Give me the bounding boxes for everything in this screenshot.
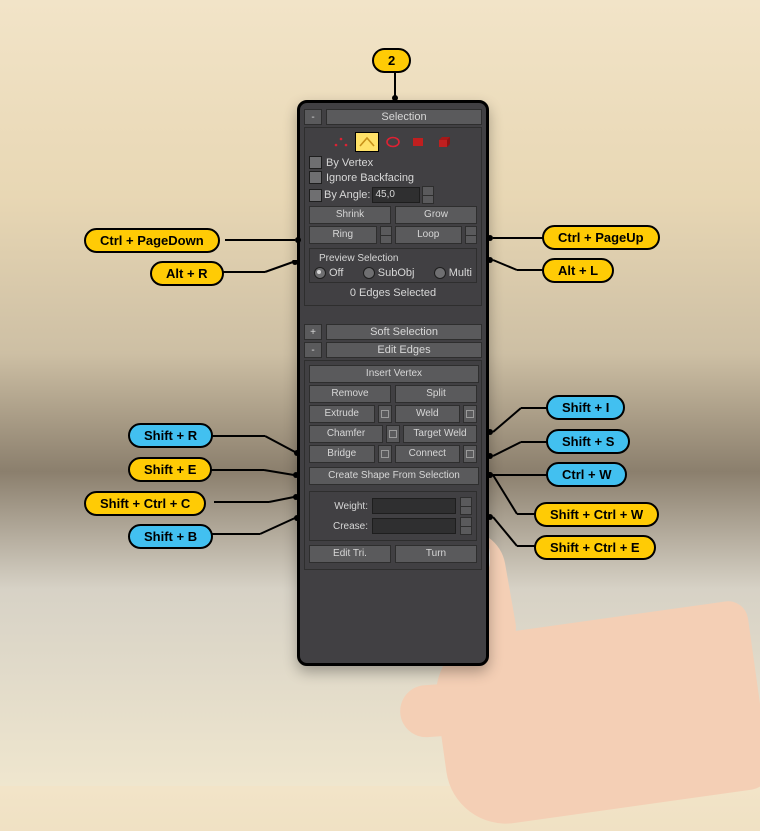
checkbox-by-vertex[interactable]: By Vertex <box>309 156 477 169</box>
chamfer-button[interactable]: Chamfer <box>309 425 383 443</box>
checkbox-icon <box>309 189 322 202</box>
checkbox-by-angle[interactable]: By Angle: 45,0 <box>309 186 477 204</box>
selection-status: 0 Edges Selected <box>309 287 477 299</box>
hotkey-ctrl-pageup: Ctrl + PageUp <box>542 225 660 250</box>
radio-off-label: Off <box>329 267 343 279</box>
rollout-header-selection[interactable]: - Selection <box>304 109 482 125</box>
preview-selection-group: Preview Selection Off SubObj Multi <box>309 248 477 283</box>
loop-spinner[interactable] <box>465 226 477 244</box>
weld-settings-button[interactable] <box>463 405 477 423</box>
border-mode-icon[interactable] <box>381 132 405 152</box>
turn-button[interactable]: Turn <box>395 545 477 563</box>
hotkey-shift-r: Shift + R <box>128 423 213 448</box>
ring-spinner[interactable] <box>380 226 392 244</box>
weight-field[interactable] <box>372 498 456 514</box>
by-angle-spinner[interactable] <box>422 186 434 204</box>
grow-button[interactable]: Grow <box>395 206 477 224</box>
remove-button[interactable]: Remove <box>309 385 391 403</box>
insert-vertex-button[interactable]: Insert Vertex <box>309 365 479 383</box>
target-weld-button[interactable]: Target Weld <box>403 425 477 443</box>
shrink-button[interactable]: Shrink <box>309 206 391 224</box>
hotkey-shift-ctrl-c: Shift + Ctrl + C <box>84 491 206 516</box>
hotkey-alt-l: Alt + L <box>542 258 614 283</box>
weld-button[interactable]: Weld <box>395 405 461 423</box>
hotkey-alt-r: Alt + R <box>150 261 224 286</box>
weight-label: Weight: <box>314 501 368 512</box>
hotkey-ctrl-pagedown: Ctrl + PageDown <box>84 228 220 253</box>
weight-spinner[interactable] <box>460 497 472 515</box>
label-by-vertex: By Vertex <box>326 157 373 169</box>
rollout-title-soft-selection[interactable]: Soft Selection <box>326 324 482 340</box>
hotkey-shift-ctrl-e: Shift + Ctrl + E <box>534 535 656 560</box>
label-by-angle: By Angle: <box>324 189 370 201</box>
create-shape-button[interactable]: Create Shape From Selection <box>309 467 479 485</box>
rollout-toggle-edit-edges[interactable]: - <box>304 342 322 358</box>
rollout-body-edit-edges: Insert Vertex Remove Split Extrude Weld … <box>304 360 482 570</box>
rollout-title-edit-edges[interactable]: Edit Edges <box>326 342 482 358</box>
edge-mode-icon[interactable] <box>355 132 379 152</box>
rollout-toggle-selection[interactable]: - <box>304 109 322 125</box>
radio-multi-label: Multi <box>449 267 472 279</box>
hotkey-shift-e: Shift + E <box>128 457 212 482</box>
bridge-button[interactable]: Bridge <box>309 445 375 463</box>
bridge-settings-button[interactable] <box>378 445 392 463</box>
preview-legend: Preview Selection <box>316 253 401 264</box>
extrude-button[interactable]: Extrude <box>309 405 375 423</box>
hotkey-shift-i: Shift + I <box>546 395 625 420</box>
checkbox-icon <box>309 171 322 184</box>
hotkey-shift-b: Shift + B <box>128 524 213 549</box>
hotkey-ctrl-w: Ctrl + W <box>546 462 627 487</box>
element-mode-icon[interactable] <box>433 132 457 152</box>
label-ignore-backfacing: Ignore Backfacing <box>326 172 414 184</box>
edge-params-group: Weight: Crease: <box>309 491 477 541</box>
extrude-settings-button[interactable] <box>378 405 392 423</box>
checkbox-ignore-backfacing[interactable]: Ignore Backfacing <box>309 171 477 184</box>
crease-field[interactable] <box>372 518 456 534</box>
rollout-header-soft-selection[interactable]: + Soft Selection <box>304 324 482 340</box>
checkbox-icon <box>309 156 322 169</box>
hotkey-shift-ctrl-w: Shift + Ctrl + W <box>534 502 659 527</box>
rollout-header-edit-edges[interactable]: - Edit Edges <box>304 342 482 358</box>
command-panel: - Selection <box>297 100 489 666</box>
connect-button[interactable]: Connect <box>395 445 461 463</box>
chamfer-settings-button[interactable] <box>386 425 400 443</box>
split-button[interactable]: Split <box>395 385 477 403</box>
crease-spinner[interactable] <box>460 517 472 535</box>
polygon-mode-icon[interactable] <box>407 132 431 152</box>
edit-tri-button[interactable]: Edit Tri. <box>309 545 391 563</box>
loop-button[interactable]: Loop <box>395 226 463 244</box>
hotkey-shift-s: Shift + S <box>546 429 630 454</box>
rollout-title-selection[interactable]: Selection <box>326 109 482 125</box>
radio-subobj-label: SubObj <box>378 267 415 279</box>
subobject-icons <box>309 132 477 152</box>
crease-label: Crease: <box>314 521 368 532</box>
rollout-toggle-soft-selection[interactable]: + <box>304 324 322 340</box>
vertex-mode-icon[interactable] <box>329 132 353 152</box>
watermark: Giancr. <box>654 747 742 778</box>
ring-button[interactable]: Ring <box>309 226 377 244</box>
hotkey-2: 2 <box>372 48 411 73</box>
radio-multi[interactable]: Multi <box>434 267 472 279</box>
radio-off[interactable]: Off <box>314 267 343 279</box>
rollout-body-selection: By Vertex Ignore Backfacing By Angle: 45… <box>304 127 482 306</box>
radio-subobj[interactable]: SubObj <box>363 267 415 279</box>
by-angle-value[interactable]: 45,0 <box>372 187 420 203</box>
connect-settings-button[interactable] <box>463 445 477 463</box>
